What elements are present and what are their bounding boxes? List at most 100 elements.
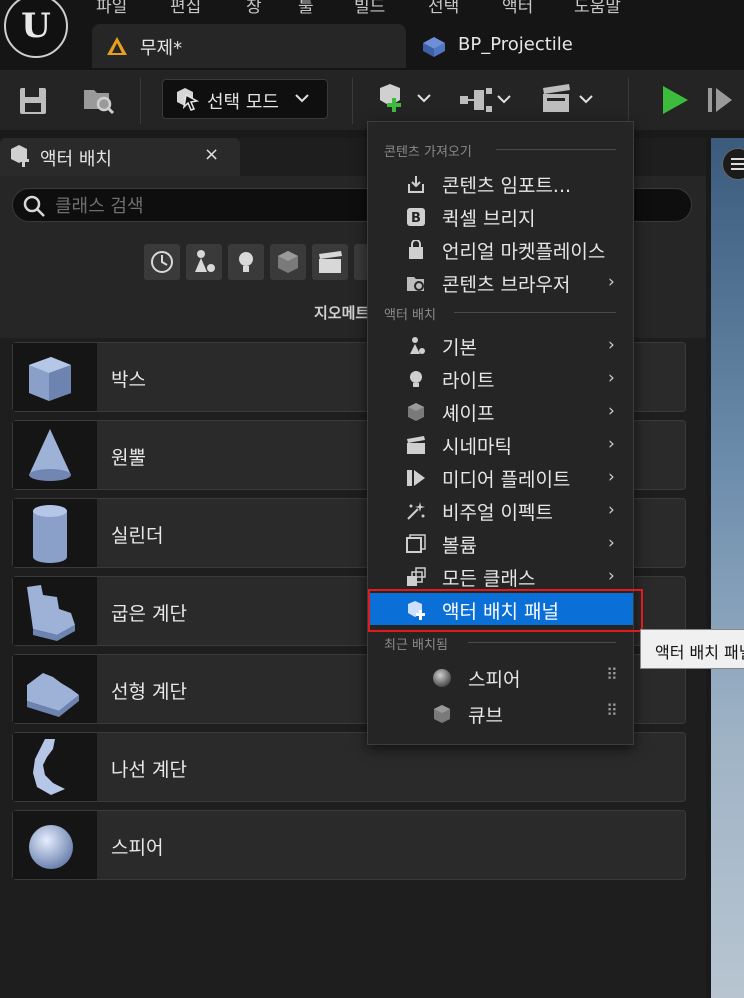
hamburger-icon [731,158,744,170]
media-plate-icon [407,470,425,486]
browse-icon[interactable] [82,84,116,116]
level-viewport[interactable] [711,138,744,998]
menu-item-import-content[interactable]: 콘텐츠 임포트... [370,167,633,199]
menu-actor[interactable]: 액터 [502,0,533,17]
basic-actors-icon [195,250,215,272]
menu-item-label: 시네마틱 [442,436,512,458]
menu-item-lights[interactable]: 라이트 › [370,362,633,394]
menu-select[interactable]: 선택 [428,0,459,17]
menu-item-label: 퀵셀 브리지 [442,208,536,230]
menu-help[interactable]: 도움말 [574,0,621,17]
menu-item-shapes[interactable]: 셰이프 › [370,395,633,427]
shapes-category-button[interactable] [270,244,306,280]
level-icon [107,37,127,55]
cube-icon [434,705,450,723]
section-header-place: 액터 배치 [384,308,436,323]
menu-item-cinematic[interactable]: 시네마틱 › [370,428,633,460]
linear-stair-shape-icon [27,673,79,717]
basic-category-button[interactable] [186,244,222,280]
add-actor-icon[interactable] [374,84,434,116]
tab-untitled-label: 무제* [140,38,183,59]
chevron-right-icon: › [608,467,615,487]
play-icon[interactable] [660,84,690,116]
menu-item-basic[interactable]: 기본 › [370,329,633,361]
menu-item-label: 콘텐츠 임포트... [442,175,572,197]
box-thumbnail [13,343,97,411]
tab-untitled[interactable]: 무제* [92,24,406,68]
menu-edit[interactable]: 편집 [170,0,201,17]
menu-item-content-browser[interactable]: 콘텐츠 브라우저 › [370,266,633,298]
recent-category-button[interactable] [144,244,180,280]
cylinder-thumbnail [13,499,97,567]
tab-bp-projectile-label: BP_Projectile [458,34,573,55]
menu-item-label: 볼륨 [442,535,477,557]
category-label: 지오메트 [314,304,370,322]
section-divider [454,312,616,313]
menu-tools[interactable]: 툴 [298,0,314,17]
drag-handle-icon[interactable]: ⠿ [606,665,618,684]
viewport-menu-button[interactable] [722,148,744,180]
sparkle-icon [407,502,425,520]
linear-stair-thumbnail [13,655,97,723]
list-item-label: 굽은 계단 [111,603,187,625]
spiral-stair-thumbnail [13,733,97,801]
curved-stair-shape-icon [27,585,75,641]
spiral-stair-shape-icon [33,739,65,795]
recent-item-cube[interactable]: 큐브 ⠿ [370,697,633,729]
cylinder-shape-icon [33,505,67,563]
close-icon[interactable]: × [204,144,219,165]
place-actor-icon [11,145,29,167]
chevron-right-icon: › [608,566,615,586]
chevron-right-icon: › [608,368,615,388]
tooltip: 액터 배치 패널 [640,629,744,669]
recent-item-sphere[interactable]: 스피어 ⠿ [370,661,633,693]
chevron-right-icon: › [608,500,615,520]
cinematic-category-button[interactable] [312,244,348,280]
bridge-icon: B [407,208,425,226]
save-icon[interactable] [18,86,48,116]
cone-shape-icon [29,429,71,481]
menu-item-label: 미디어 플레이트 [442,469,571,491]
cube-icon [408,403,424,421]
selection-mode-label: 선택 모드 [207,92,279,113]
svg-text:B: B [411,211,421,226]
chevron-right-icon: › [608,401,615,421]
menu-item-volumes[interactable]: 볼륨 › [370,527,633,559]
list-item-label: 선형 계단 [111,681,187,703]
drag-handle-icon[interactable]: ⠿ [606,701,618,720]
toolbar-separator [352,78,353,124]
menu-item-quixel-bridge[interactable]: B 퀵셀 브리지 [370,200,633,232]
menu-window[interactable]: 창 [246,0,262,17]
menu-item-visual-effects[interactable]: 비주얼 이펙트 › [370,494,633,526]
step-icon[interactable] [706,86,736,114]
selection-mode-dropdown[interactable]: 선택 모드 [162,79,328,119]
tab-bp-projectile[interactable]: BP_Projectile [408,24,618,68]
menu-item-all-classes[interactable]: 모든 클래스 › [370,560,633,592]
menu-build[interactable]: 빌드 [354,0,385,17]
all-classes-icon [407,567,426,586]
cube-icon [278,251,298,273]
menu-file[interactable]: 파일 [96,0,127,17]
clapper-icon [319,251,342,273]
sphere-shape-icon [29,825,73,869]
cinematics-icon[interactable] [540,84,598,116]
visual-effects-category-button[interactable] [354,244,368,280]
menu-item-label: 라이트 [442,370,495,392]
marketplace-icon [409,240,423,259]
lights-category-button[interactable] [228,244,264,280]
section-divider [468,642,616,643]
import-icon [408,176,424,193]
curved-stair-thumbnail [13,577,97,645]
menu-item-media-plate[interactable]: 미디어 플레이트 › [370,461,633,493]
blueprint-menu-icon[interactable] [458,86,514,114]
menu-item-label: 비주얼 이펙트 [442,502,553,524]
menu-item-label: 기본 [442,337,477,359]
clock-icon [151,251,173,273]
menu-item-marketplace[interactable]: 언리얼 마켓플레이스 [370,233,633,265]
unreal-logo-glyph: U [21,6,51,46]
chevron-down-icon [295,94,309,103]
chevron-right-icon: › [608,533,615,553]
toolbar-separator [628,78,629,124]
list-item-sphere[interactable]: 스피어 [12,810,686,880]
basic-actors-icon [410,337,425,354]
